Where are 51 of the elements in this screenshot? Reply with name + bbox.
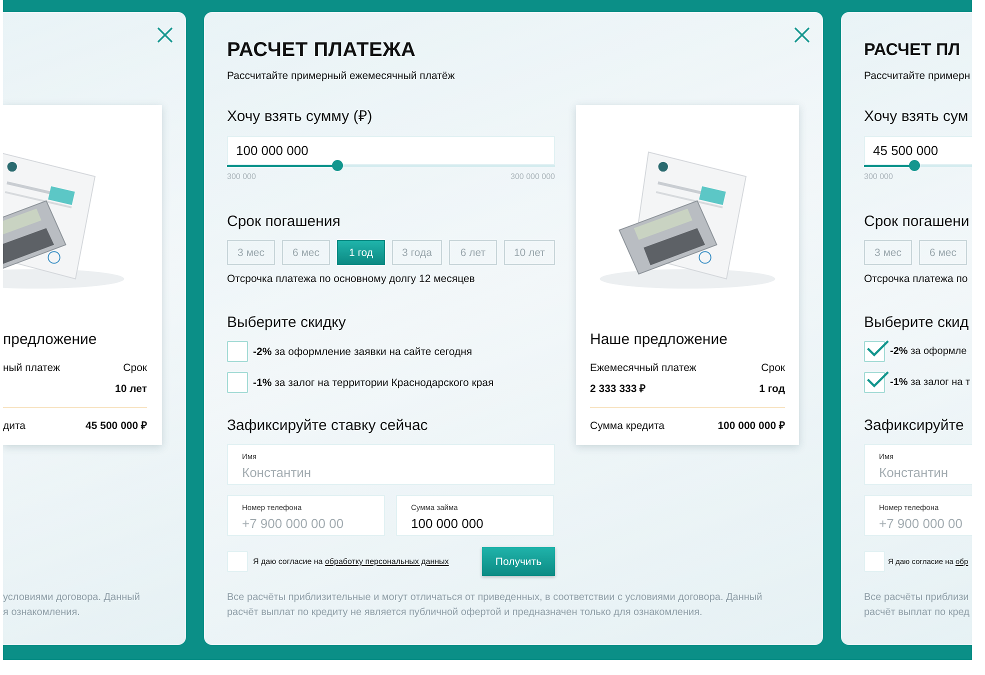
range-min: 300 000 xyxy=(227,172,256,182)
term-note: Отсрочка платежа по основному долгу 12 месяцев xyxy=(227,272,476,286)
panel-subtitle: Рассчитайте примерный ежемесячный платёж xyxy=(227,69,456,83)
amount-heading: Хочу взять сум xyxy=(864,107,970,127)
discount-label: -2% за оформление заявки на сайте сегодня xyxy=(253,346,472,358)
amount-field[interactable]: 100 000 000 xyxy=(227,136,555,165)
amount-field[interactable]: 45 500 000 xyxy=(864,136,972,165)
discount-label: -1% за залог на т xyxy=(890,377,970,388)
discount-checkbox[interactable] xyxy=(227,341,248,362)
privacy-link[interactable]: обработку персональных данных xyxy=(324,557,449,566)
fix-heading: Зафиксируйте xyxy=(864,416,965,436)
amount-slider[interactable] xyxy=(227,160,555,171)
credit-label: Сумма кредита xyxy=(590,419,664,433)
offer-title: Наше предложение xyxy=(590,330,728,350)
panel-title: РАСЧЕТ ПЛ xyxy=(864,39,962,61)
discount-label: -2% за оформле xyxy=(890,346,967,357)
term-value: 1 год xyxy=(759,382,785,396)
offer-title: предложение xyxy=(3,330,98,350)
discount-label: -1% за залог на территории Краснодарского края xyxy=(253,376,494,388)
term-label: Срок xyxy=(761,361,785,375)
disclaimer-text: расчёт выплат по кред xyxy=(864,606,970,620)
discount-heading: Выберите скид xyxy=(864,313,970,333)
term-heading: Срок погашени xyxy=(864,212,970,232)
payment-label: Ежемесячный платеж xyxy=(590,361,696,375)
credit-value: 100 000 000 ₽ xyxy=(718,419,785,433)
range-min: 300 000 xyxy=(864,172,893,182)
range-max: 300 000 000 xyxy=(510,172,555,182)
disclaimer-text: Все расчёты приблизи xyxy=(864,591,970,605)
payment-label: ный платеж xyxy=(3,361,60,375)
payment-value: 2 333 333 ₽ xyxy=(590,382,646,396)
disclaimer-text: Все расчёты приблизительные и могут отличаться от приведенных, в соответствии с условиями договора. Данный xyxy=(227,591,764,605)
disclaimer-text: расчёт выплат по кредиту не является публичной офертой и предназначен только для ознакомления. xyxy=(227,606,704,620)
panel-title: РАСЧЕТ ПЛАТЕЖА xyxy=(227,38,417,62)
term-value: 10 лет xyxy=(115,382,147,396)
panel-subtitle: Рассчитайте примерн xyxy=(864,69,972,83)
amount-heading: Хочу взять сумму (₽) xyxy=(227,107,374,127)
term-heading: Срок погашения xyxy=(227,212,342,232)
consent-text: Я даю согласие на обработку персональных данных xyxy=(253,557,450,566)
discount-checkbox[interactable] xyxy=(227,372,248,393)
disclaimer-text: условиями договора. Данный xyxy=(3,591,141,605)
close-icon[interactable] xyxy=(157,27,173,43)
close-icon[interactable] xyxy=(794,27,810,43)
fix-heading: Зафиксируйте ставку сейчас xyxy=(227,416,429,436)
disclaimer-text: я ознакомления. xyxy=(3,606,81,620)
credit-label: дита xyxy=(3,419,26,433)
discount-heading: Выберите скидку xyxy=(227,313,347,333)
term-label: Срок xyxy=(123,361,147,375)
consent-checkbox[interactable] xyxy=(227,551,248,572)
consent-checkbox[interactable] xyxy=(864,551,885,572)
term-note: Отсрочка платежа по xyxy=(864,272,969,286)
credit-value: 45 500 000 ₽ xyxy=(86,419,147,433)
